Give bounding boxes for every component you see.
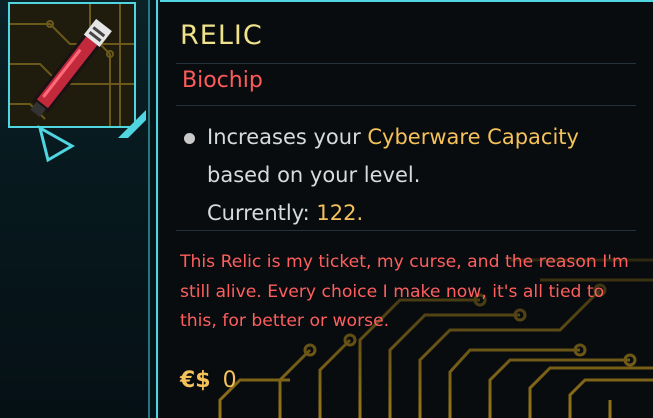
price-value: 0 (222, 368, 237, 393)
item-type: Biochip (182, 68, 263, 93)
separator (176, 230, 636, 231)
currently-value: 122. (316, 201, 364, 225)
bullet-icon (184, 133, 195, 144)
item-tooltip: RELIC Biochip Increases your Cyberware C… (160, 0, 653, 418)
item-price: €$ 0 (180, 368, 237, 393)
relic-biochip-icon (10, 4, 134, 126)
currently-label: Currently: (207, 201, 317, 225)
thumbnail-corner-accent (118, 110, 146, 138)
item-thumbnail[interactable] (8, 2, 136, 128)
panel-edge-line (156, 0, 158, 418)
panel-top-border (160, 0, 653, 2)
item-description: Increases your Cyberware Capacity based … (207, 118, 607, 232)
separator (176, 63, 636, 64)
separator (176, 105, 636, 106)
item-name: RELIC (180, 20, 263, 51)
description-highlight: Cyberware Capacity (367, 125, 579, 149)
divider-line (148, 0, 150, 418)
triangle-cursor-icon (37, 124, 76, 163)
flavor-text: This Relic is my ticket, my curse, and t… (180, 252, 629, 331)
description-suffix: based on your level. (207, 163, 421, 187)
description-prefix: Increases your (207, 125, 368, 149)
eurodollar-icon: €$ (180, 368, 211, 393)
